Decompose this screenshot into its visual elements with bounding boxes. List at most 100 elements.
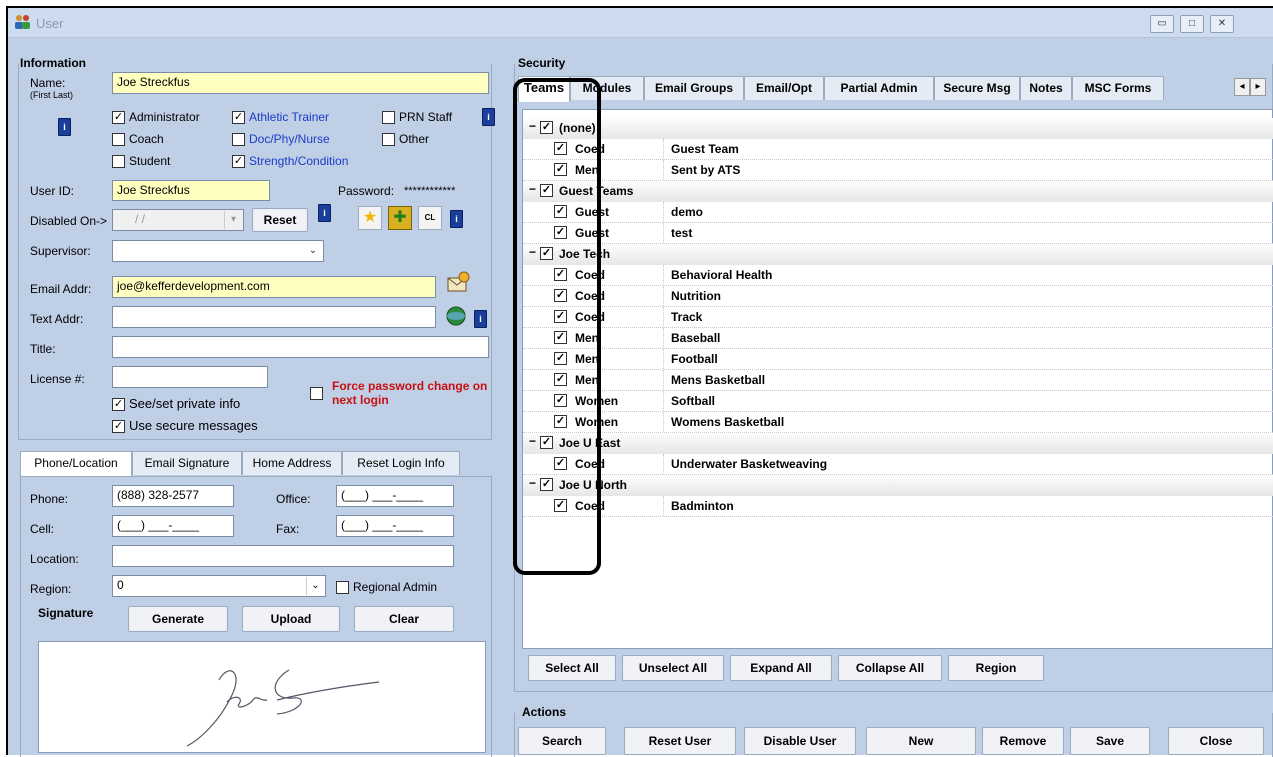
tab-notes[interactable]: Notes	[1020, 76, 1072, 100]
tab-email-groups[interactable]: Email Groups	[644, 76, 744, 100]
tree-row[interactable]: ✓ Coed Behavioral Health	[523, 265, 1273, 286]
prn-staff-checkbox[interactable]: PRN Staff	[382, 110, 452, 125]
region-button[interactable]: Region	[948, 655, 1044, 681]
tree-row[interactable]: ✓ Men Sent by ATS	[523, 160, 1273, 181]
minimize-icon: ▭	[1157, 18, 1167, 29]
tree-row[interactable]: ✓ Women Womens Basketball	[523, 412, 1273, 433]
save-button[interactable]: Save	[1070, 727, 1150, 755]
title-input[interactable]	[112, 336, 489, 358]
expand-all-button[interactable]: Expand All	[730, 655, 832, 681]
book-icon[interactable]: i	[482, 108, 495, 126]
minimize-button[interactable]: ▭	[1150, 15, 1174, 33]
new-button[interactable]: New	[866, 727, 976, 755]
tab-home-address[interactable]: Home Address	[242, 451, 342, 475]
tree-group[interactable]: − ✓ Joe U North	[523, 475, 1273, 496]
chevron-right-icon: ▸	[1255, 81, 1261, 92]
student-checkbox[interactable]: Student	[112, 154, 171, 169]
tree-group[interactable]: − ✓ Joe U East	[523, 433, 1273, 454]
region-select[interactable]: 0	[112, 575, 326, 597]
tree-row[interactable]: ✓ Women Softball	[523, 391, 1273, 412]
tree-row[interactable]: ✓ Men Mens Basketball	[523, 370, 1273, 391]
cl-label: CL	[424, 213, 436, 222]
close-window-button[interactable]: ✕	[1210, 15, 1234, 33]
athletic-trainer-checkbox[interactable]: ✓ Athletic Trainer	[232, 110, 329, 125]
tree-row[interactable]: ✓ Coed Badminton	[523, 496, 1273, 517]
search-button[interactable]: Search	[518, 727, 606, 755]
tree-row[interactable]: ✓ Men Football	[523, 349, 1273, 370]
tree-group[interactable]: − ✓ Joe Tech	[523, 244, 1273, 265]
generate-button[interactable]: Generate	[128, 606, 228, 632]
name-input[interactable]: Joe Streckfus	[112, 72, 489, 94]
tab-secure-msg[interactable]: Secure Msg	[934, 76, 1020, 100]
book-icon[interactable]: i	[58, 118, 71, 136]
tree-row[interactable]: ✓ Coed Track	[523, 307, 1273, 328]
upload-button[interactable]: Upload	[242, 606, 340, 632]
disabled-on-label: Disabled On->	[30, 214, 108, 228]
tab-scroll-left-button[interactable]: ◂	[1234, 78, 1250, 96]
book-icon[interactable]: i	[474, 310, 487, 328]
tree-row[interactable]: ✓ Men Baseball	[523, 328, 1273, 349]
chevron-down-icon[interactable]: ▾	[224, 211, 242, 229]
star-button[interactable]: ★	[358, 206, 382, 230]
see-private-info-checkbox[interactable]: ✓ See/set private info	[112, 396, 241, 412]
location-input[interactable]	[112, 545, 454, 567]
office-input[interactable]: (___) ___-____	[336, 485, 454, 507]
team-name: Football	[671, 352, 718, 366]
book-icon[interactable]: i	[450, 210, 463, 228]
remove-button[interactable]: Remove	[982, 727, 1064, 755]
close-button[interactable]: Close	[1168, 727, 1264, 755]
reset-user-button[interactable]: Reset User	[624, 727, 736, 755]
tree-group[interactable]: − ✓ (none)	[523, 118, 1273, 139]
book-icon[interactable]: i	[318, 204, 331, 222]
user-id-input[interactable]: Joe Streckfus	[112, 180, 270, 201]
chevron-down-icon[interactable]: ⌄	[306, 577, 324, 595]
teams-tree[interactable]: − ✓ (none) ✓ Coed Guest Team ✓ Men Sent by ATS − ✓…	[522, 109, 1273, 649]
collapse-all-button[interactable]: Collapse All	[838, 655, 942, 681]
unselect-all-button[interactable]: Unselect All	[622, 655, 724, 681]
tab-msc-forms[interactable]: MSC Forms	[1072, 76, 1164, 100]
tree-row[interactable]: ✓ Guest test	[523, 223, 1273, 244]
phone-globe-icon[interactable]	[444, 304, 468, 328]
add-button[interactable]: ✚	[388, 206, 412, 230]
chevron-down-icon[interactable]: ⌄	[304, 242, 322, 260]
cl-button[interactable]: CL	[418, 206, 442, 230]
tree-group[interactable]: − ✓ Guest Teams	[523, 181, 1273, 202]
strength-condition-checkbox[interactable]: ✓ Strength/Condition	[232, 154, 348, 169]
doc-phy-nurse-checkbox[interactable]: Doc/Phy/Nurse	[232, 132, 330, 147]
star-icon: ★	[362, 209, 378, 226]
text-addr-input[interactable]	[112, 306, 436, 328]
force-password-checkbox[interactable]	[310, 386, 323, 401]
team-name: Track	[671, 310, 703, 324]
phone-input[interactable]: (888) 328-2577	[112, 485, 234, 507]
disable-user-button[interactable]: Disable User	[744, 727, 856, 755]
tree-row[interactable]: ✓ Guest demo	[523, 202, 1273, 223]
select-all-button[interactable]: Select All	[528, 655, 616, 681]
tree-row[interactable]: ✓ Coed Nutrition	[523, 286, 1273, 307]
email-input[interactable]: joe@kefferdevelopment.com	[112, 276, 436, 298]
tab-email-signature[interactable]: Email Signature	[132, 451, 242, 475]
column-divider	[663, 496, 664, 516]
fax-input[interactable]: (___) ___-____	[336, 515, 454, 537]
student-label: Student	[129, 154, 171, 168]
tab-reset-login-info[interactable]: Reset Login Info	[342, 451, 460, 475]
tab-scroll-right-button[interactable]: ▸	[1250, 78, 1266, 96]
tab-phone-location[interactable]: Phone/Location	[20, 451, 132, 477]
maximize-button[interactable]: □	[1180, 15, 1204, 33]
tab-email-opt[interactable]: Email/Opt	[744, 76, 824, 100]
supervisor-select[interactable]	[112, 240, 324, 262]
coach-checkbox[interactable]: Coach	[112, 132, 164, 147]
tab-partial-admin[interactable]: Partial Admin	[824, 76, 934, 100]
clear-button[interactable]: Clear	[354, 606, 454, 632]
license-input[interactable]	[112, 366, 268, 388]
tree-row[interactable]: ✓ Coed Underwater Basketweaving	[523, 454, 1273, 475]
regional-admin-checkbox[interactable]: Regional Admin	[336, 580, 437, 595]
signature-canvas[interactable]	[38, 641, 486, 753]
administrator-checkbox[interactable]: ✓ Administrator	[112, 110, 200, 125]
see-private-info-label: See/set private info	[129, 396, 241, 411]
cell-input[interactable]: (___) ___-____	[112, 515, 234, 537]
tree-row[interactable]: ✓ Coed Guest Team	[523, 139, 1273, 160]
other-checkbox[interactable]: Other	[382, 132, 429, 147]
secure-messages-checkbox[interactable]: ✓ Use secure messages	[112, 418, 258, 434]
email-icon[interactable]	[444, 270, 472, 296]
reset-button[interactable]: Reset	[252, 208, 308, 232]
